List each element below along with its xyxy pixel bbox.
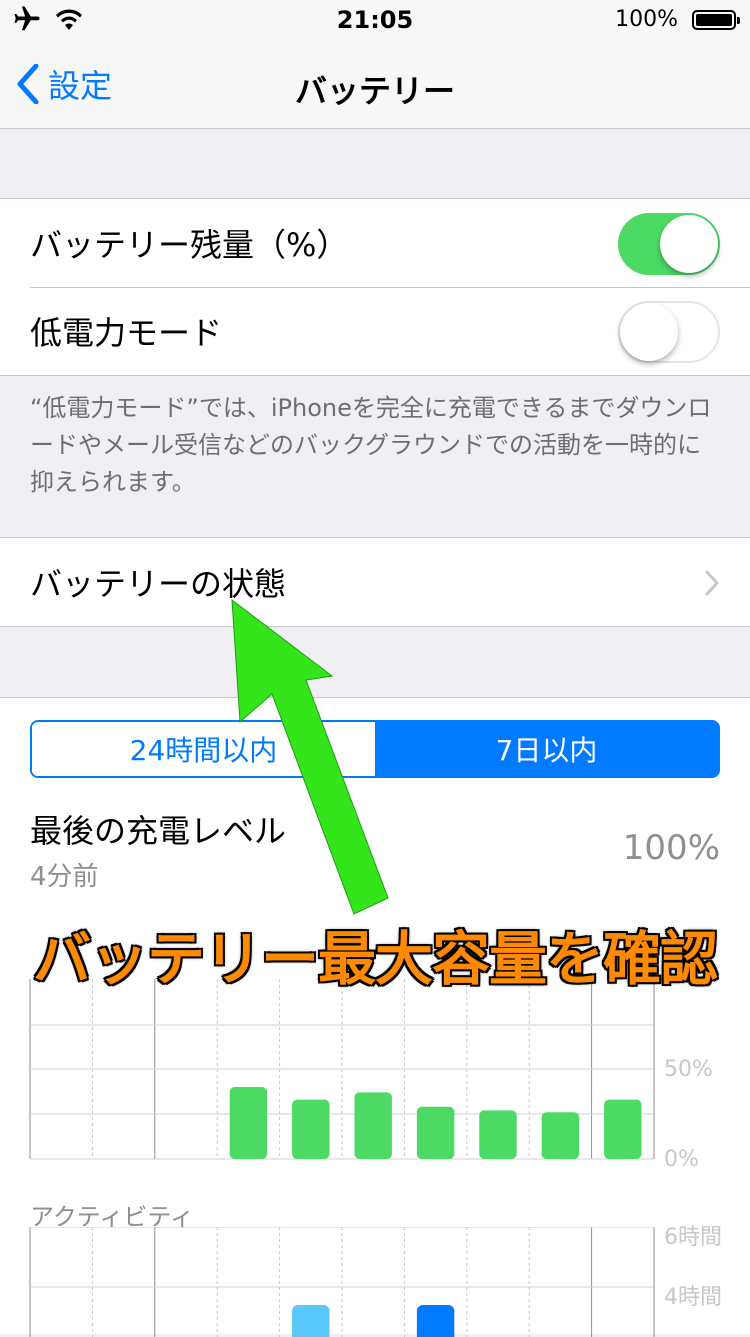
battery-icon <box>692 10 740 30</box>
low-power-mode-toggle[interactable] <box>618 301 720 363</box>
battery-ytick-0: 0% <box>664 1147 699 1172</box>
low-power-mode-note: “低電力モード”では、iPhoneを完全に充電できるまでダウンロードやメール受信… <box>30 394 712 496</box>
navigation-bar: 設定 バッテリー <box>0 40 750 129</box>
segment-7-days[interactable]: 7日以内 <box>375 722 718 776</box>
status-bar: 21:05 100% <box>0 0 750 40</box>
activity-bar <box>416 1305 455 1337</box>
low-power-mode-row: 低電力モード <box>0 287 750 375</box>
last-charge-label: 最後の充電レベル <box>30 812 287 850</box>
battery-settings-group: バッテリー残量（%） 低電力モード <box>0 198 750 376</box>
battery-bar <box>229 1087 268 1159</box>
toggle-knob <box>620 303 678 361</box>
battery-percentage-label: バッテリー残量（%） <box>30 226 349 264</box>
battery-percentage-toggle[interactable] <box>618 213 720 275</box>
activity-bar <box>292 1305 330 1337</box>
battery-bar <box>479 1110 517 1159</box>
activity-ytick-6h: 6時間 <box>664 1225 722 1250</box>
battery-ytick-50: 50% <box>664 1057 713 1082</box>
battery-health-label: バッテリーの状態 <box>30 565 287 603</box>
battery-bar <box>416 1106 455 1159</box>
annotation-text: バッテリー最大容量を確認 <box>31 924 719 995</box>
battery-bar <box>292 1099 330 1159</box>
last-charge-value: 100% <box>622 828 720 868</box>
low-power-mode-label: 低電力モード <box>30 314 223 352</box>
battery-health-group: バッテリーの状態 <box>0 537 750 627</box>
activity-chart <box>29 1227 655 1337</box>
page-title: バッテリー <box>294 72 455 110</box>
time-range-segmented-control: 24時間以内 7日以内 <box>30 720 720 778</box>
battery-bar <box>541 1112 580 1159</box>
activity-ytick-4h: 4時間 <box>664 1285 722 1310</box>
battery-percentage-row: バッテリー残量（%） <box>0 199 750 287</box>
battery-percent: 100% <box>615 7 678 32</box>
segment-24-hours[interactable]: 24時間以内 <box>32 722 375 776</box>
last-charge-time: 4分前 <box>30 862 99 892</box>
battery-bar <box>604 1099 642 1159</box>
toggle-knob <box>660 215 718 273</box>
battery-health-row[interactable]: バッテリーの状態 <box>0 538 750 626</box>
battery-bar <box>354 1092 392 1159</box>
chevron-right-icon <box>705 570 719 596</box>
